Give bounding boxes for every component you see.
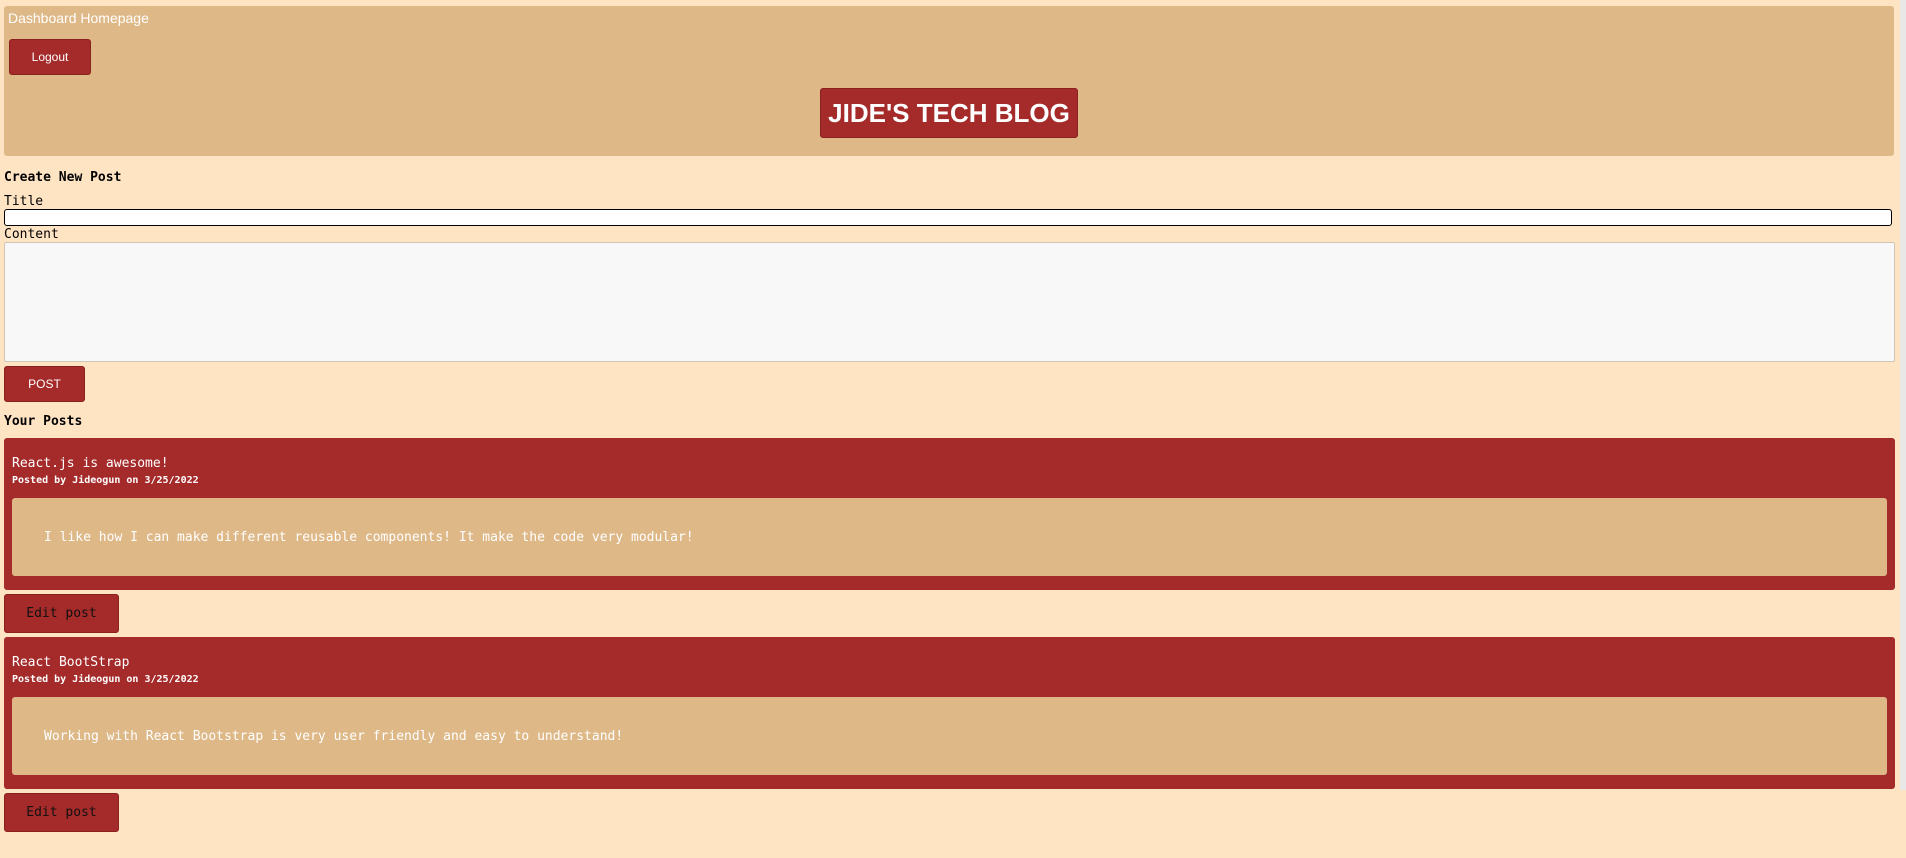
- post-meta: Posted by Jideogun on 3/25/2022: [12, 674, 199, 685]
- page-title: Dashboard Homepage: [8, 10, 149, 26]
- title-input[interactable]: [4, 209, 1892, 226]
- post-body: I like how I can make different reusable…: [12, 498, 1887, 576]
- vertical-scrollbar[interactable]: [1900, 0, 1906, 790]
- post-card: React BootStrap Posted by Jideogun on 3/…: [4, 637, 1895, 789]
- your-posts-heading: Your Posts: [4, 414, 83, 429]
- logout-button[interactable]: Logout: [9, 39, 91, 75]
- post-meta: Posted by Jideogun on 3/25/2022: [12, 475, 199, 486]
- post-title: React BootStrap: [12, 655, 130, 670]
- edit-post-button[interactable]: Edit post: [4, 793, 119, 832]
- blog-brand[interactable]: JIDE'S TECH BLOG: [820, 88, 1078, 138]
- post-body: Working with React Bootstrap is very use…: [12, 697, 1887, 775]
- edit-post-button[interactable]: Edit post: [4, 594, 119, 633]
- content-textarea[interactable]: [4, 242, 1895, 362]
- post-title: React.js is awesome!: [12, 456, 169, 471]
- content-label: Content: [4, 227, 59, 242]
- post-submit-button[interactable]: POST: [4, 366, 85, 402]
- title-label: Title: [4, 194, 44, 209]
- site-header: Dashboard Homepage Logout JIDE'S TECH BL…: [4, 6, 1894, 156]
- post-card: React.js is awesome! Posted by Jideogun …: [4, 438, 1895, 590]
- create-post-heading: Create New Post: [4, 170, 122, 185]
